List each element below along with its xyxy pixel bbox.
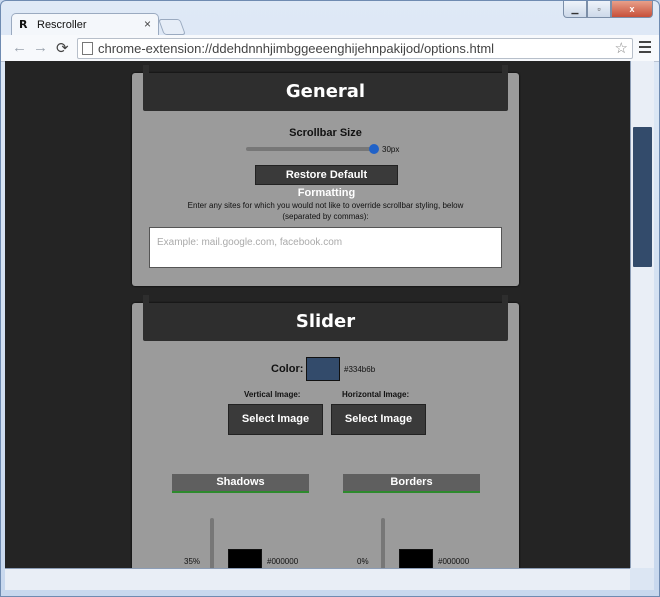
window-controls: ▁ ▫ x — [563, 1, 653, 18]
address-bar[interactable]: chrome-extension://ddehdnnhjimbggeeenghi… — [77, 38, 633, 59]
general-heading: General — [143, 65, 508, 111]
horizontal-image-label: Horizontal Image: — [342, 390, 410, 399]
scrollbar-size-slider[interactable] — [246, 147, 374, 151]
reload-icon[interactable]: ⟳ — [56, 39, 69, 57]
horizontal-scrollbar[interactable] — [5, 568, 630, 590]
general-panel: General Scrollbar Size 30px Restore Defa… — [132, 65, 519, 286]
forward-arrow-icon[interactable]: → — [33, 39, 48, 56]
border-color-swatch[interactable] — [399, 549, 433, 568]
slider-panel: Slider Color: #334b6b Vertical Image: Ho… — [132, 295, 519, 568]
url-text[interactable]: chrome-extension://ddehdnnhjimbggeeenghi… — [98, 41, 494, 56]
vertical-scrollbar[interactable] — [630, 61, 654, 568]
tab-title: Rescroller — [37, 19, 87, 31]
border-color-value: #000000 — [438, 557, 470, 566]
shadow-opacity-value: 35% — [184, 557, 201, 566]
tab-rescroller[interactable]: R Rescroller × — [11, 13, 159, 36]
border-width-slider[interactable] — [381, 518, 385, 568]
new-tab-button[interactable] — [158, 19, 186, 35]
shadows-heading: Shadows — [172, 474, 309, 493]
exclude-sites-placeholder: Example: mail.google.com, facebook.com — [157, 237, 343, 248]
browser-toolbar: ← → ⟳ chrome-extension://ddehdnnhjimbgge… — [1, 35, 659, 62]
page-icon — [82, 42, 93, 55]
menu-icon[interactable] — [639, 41, 651, 56]
shadow-opacity-slider[interactable] — [210, 518, 214, 568]
tab-strip: R Rescroller × ▁ ▫ x — [1, 1, 659, 36]
back-arrow-icon[interactable]: ← — [12, 39, 27, 56]
shadow-color-value: #000000 — [267, 557, 299, 566]
slider-color-label: Color: — [271, 363, 304, 375]
scrollbar-corner — [630, 568, 654, 590]
shadow-color-swatch[interactable] — [228, 549, 262, 568]
exclude-sites-input[interactable]: Example: mail.google.com, facebook.com — [149, 227, 502, 268]
bookmark-star-icon[interactable]: ☆ — [615, 39, 628, 57]
border-width-value: 0% — [357, 557, 369, 566]
vertical-scrollbar-thumb[interactable] — [633, 127, 652, 267]
maximize-icon[interactable]: ▫ — [587, 1, 611, 18]
slider-heading: Slider — [143, 295, 508, 341]
slider-color-value: #334b6b — [344, 365, 376, 374]
close-window-icon[interactable]: x — [611, 1, 653, 18]
select-horizontal-image-button[interactable]: Select Image — [331, 404, 426, 435]
select-vertical-image-button[interactable]: Select Image — [228, 404, 323, 435]
exclude-sites-note: Enter any sites for which you would not … — [187, 201, 464, 221]
borders-heading: Borders — [343, 474, 480, 493]
scrollbar-size-slider-knob[interactable] — [369, 144, 379, 154]
rescroller-favicon-icon: R — [19, 18, 28, 31]
scrollbar-size-label: Scrollbar Size — [289, 127, 362, 139]
minimize-icon[interactable]: ▁ — [563, 1, 587, 18]
page-viewport: General Scrollbar Size 30px Restore Defa… — [5, 61, 630, 568]
tab-close-icon[interactable]: × — [144, 17, 151, 31]
restore-default-button[interactable]: Restore Default Formatting — [255, 165, 398, 199]
scrollbar-size-value: 30px — [382, 145, 400, 154]
slider-color-swatch[interactable] — [306, 357, 340, 381]
vertical-image-label: Vertical Image: — [244, 390, 301, 399]
